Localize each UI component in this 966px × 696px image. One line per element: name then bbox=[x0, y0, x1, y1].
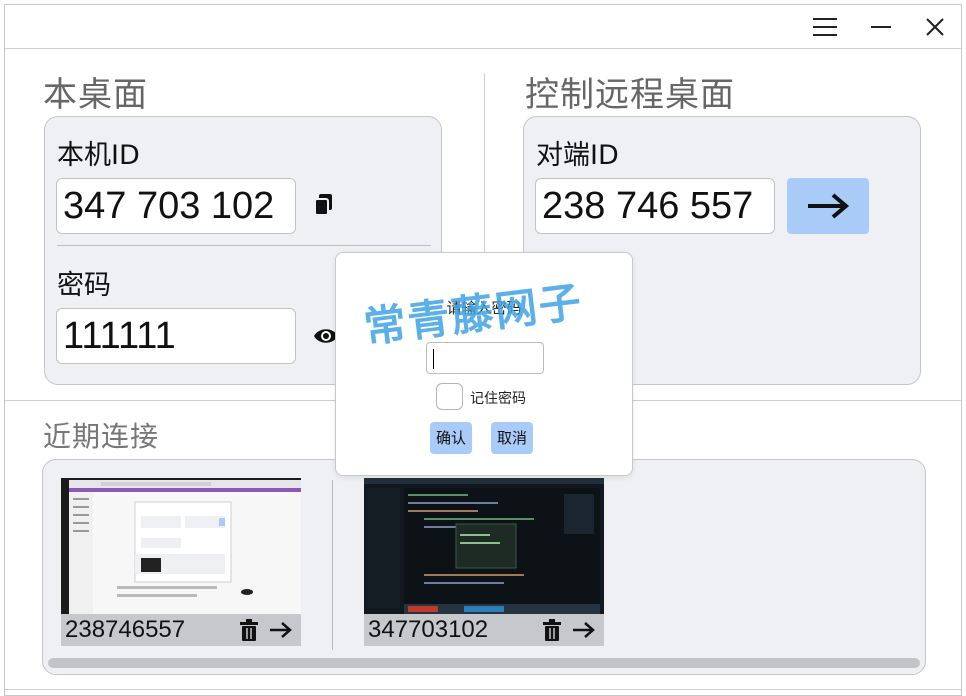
recent-section-title: 近期连接 bbox=[43, 420, 160, 453]
recent-connections-card: 238746557 347703102 bbox=[42, 459, 926, 675]
local-section-title: 本桌面 bbox=[43, 75, 148, 115]
confirm-button[interactable]: 确认 bbox=[430, 422, 473, 454]
remember-password-checkbox[interactable] bbox=[436, 383, 463, 410]
password-dialog: 请输入密码 记住密码 确认 取消 bbox=[335, 252, 633, 476]
recent-item-footer: 347703102 bbox=[364, 614, 604, 646]
recent-item-id: 238746557 bbox=[65, 616, 186, 643]
text-caret bbox=[433, 349, 434, 369]
horizontal-scrollbar[interactable] bbox=[48, 658, 920, 668]
recent-item-footer: 238746557 bbox=[61, 614, 301, 646]
recent-thumbnail[interactable] bbox=[61, 478, 301, 614]
local-id-label: 本机ID bbox=[57, 140, 140, 171]
close-button[interactable] bbox=[915, 11, 955, 43]
app-window: 本桌面 本机ID 347 703 102 密码 111111 控制远程桌面 对端… bbox=[4, 4, 962, 696]
desktop-preview-image bbox=[364, 478, 604, 614]
connect-button[interactable] bbox=[787, 178, 869, 234]
remember-password-label: 记住密码 bbox=[470, 391, 526, 407]
recent-separator bbox=[332, 480, 333, 650]
remote-id-input[interactable]: 238 746 557 bbox=[535, 178, 775, 234]
close-icon bbox=[926, 18, 944, 36]
cancel-button[interactable]: 取消 bbox=[491, 422, 534, 454]
menu-button[interactable] bbox=[805, 11, 845, 43]
desktop-preview-image bbox=[61, 478, 301, 614]
arrow-right-icon bbox=[808, 193, 850, 219]
recent-item-id: 347703102 bbox=[368, 616, 489, 643]
password-field[interactable]: 111111 bbox=[56, 308, 296, 364]
copy-button[interactable] bbox=[313, 193, 335, 221]
local-id-field[interactable]: 347 703 102 bbox=[56, 178, 296, 234]
arrow-right-icon[interactable] bbox=[269, 620, 293, 640]
copy-icon bbox=[314, 194, 332, 216]
hamburger-icon bbox=[813, 18, 837, 36]
trash-icon[interactable] bbox=[239, 619, 259, 641]
dialog-password-input[interactable] bbox=[426, 342, 544, 374]
remote-section-title: 控制远程桌面 bbox=[525, 75, 735, 115]
bottom-divider bbox=[5, 689, 961, 690]
title-bar bbox=[5, 5, 961, 49]
dialog-title: 请输入密码 bbox=[446, 299, 522, 317]
password-label: 密码 bbox=[57, 270, 111, 301]
recent-thumbnail[interactable] bbox=[364, 478, 604, 614]
remote-id-label: 对端ID bbox=[536, 140, 619, 171]
card-divider bbox=[57, 245, 431, 246]
arrow-right-icon[interactable] bbox=[572, 620, 596, 640]
minimize-icon bbox=[871, 26, 891, 28]
minimize-button[interactable] bbox=[861, 11, 901, 43]
trash-icon[interactable] bbox=[542, 619, 562, 641]
